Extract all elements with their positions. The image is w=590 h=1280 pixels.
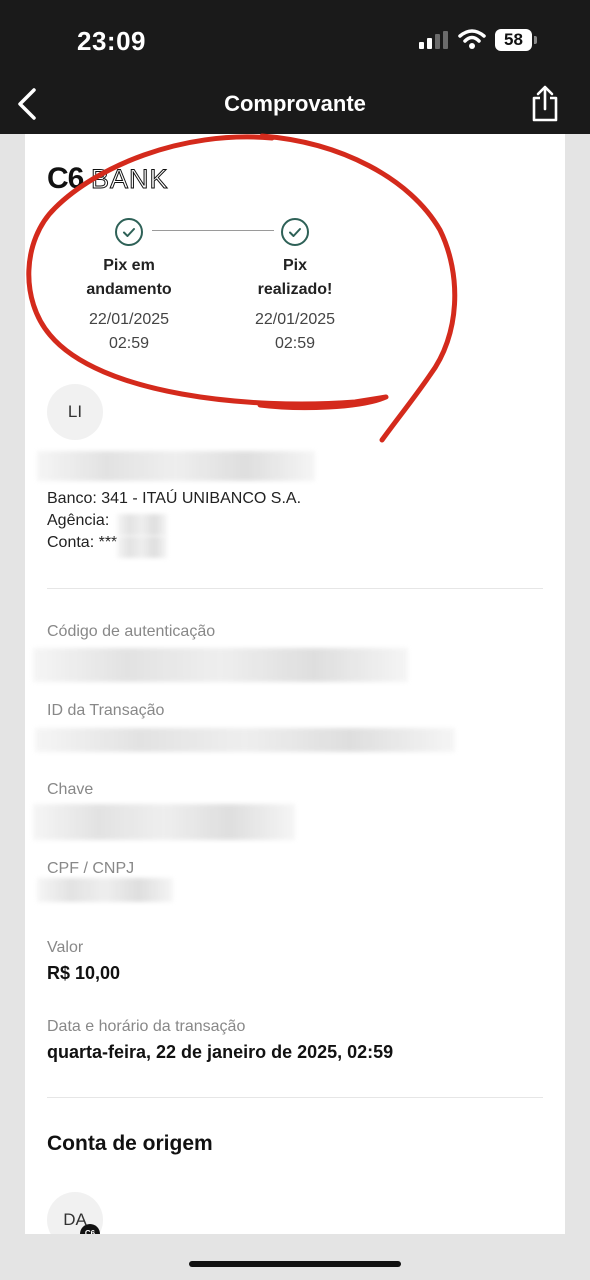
step-name: Pix em andamento	[64, 254, 194, 302]
page-title: Comprovante	[224, 91, 366, 116]
battery-icon: 58	[495, 29, 537, 51]
divider	[47, 588, 543, 589]
signal-icon	[419, 31, 449, 49]
step-name-line2: realizado!	[257, 281, 333, 298]
transaction-id-label: ID da Transação	[47, 702, 165, 719]
datetime-value: quarta-feira, 22 de janeiro de 2025, 02:…	[47, 1042, 394, 1062]
step-date-time: 02:59	[108, 335, 150, 352]
step-date: 22/01/2025 02:59	[230, 308, 360, 356]
cpf-cnpj-label: CPF / CNPJ	[47, 860, 135, 877]
origin-section-title: Conta de origem	[47, 1132, 213, 1155]
redacted-cpf-cnpj	[37, 878, 173, 902]
step-name-line1: Pix	[282, 257, 307, 274]
step-date: 22/01/2025 02:59	[64, 308, 194, 356]
step-name-line2: andamento	[86, 281, 172, 298]
auth-code-label: Código de autenticação	[47, 623, 216, 640]
datetime-label: Data e horário da transação	[47, 1018, 246, 1035]
top-bar: 23:09 58 Comprovante	[0, 0, 590, 134]
redacted-recipient-name	[37, 451, 315, 481]
redacted-auth-code	[33, 648, 408, 682]
status-time: 23:09	[77, 26, 146, 56]
origin-avatar: DA C6	[47, 1192, 103, 1234]
chave-label: Chave	[47, 781, 94, 798]
recipient-avatar: LI	[47, 384, 103, 440]
redacted-agencia	[117, 514, 167, 536]
home-indicator[interactable]	[189, 1261, 401, 1267]
divider	[47, 1097, 543, 1098]
check-icon	[115, 218, 143, 246]
redacted-conta	[117, 536, 167, 558]
valor-label: Valor	[47, 939, 84, 956]
steps-connector	[152, 230, 274, 231]
receipt-card: C6 BANK Pix em andamento 22/01/2025 02:5…	[25, 134, 565, 1234]
step-date-day: 22/01/2025	[88, 311, 170, 328]
step-date-day: 22/01/2025	[254, 311, 336, 328]
c6-badge: C6	[80, 1224, 100, 1234]
step-name: Pix realizado!	[230, 254, 360, 302]
recipient-banco: Banco: 341 - ITAÚ UNIBANCO S.A.	[47, 490, 302, 507]
check-icon	[281, 218, 309, 246]
logo-c6: C6	[47, 162, 84, 195]
step-name-line1: Pix em	[103, 257, 155, 274]
redacted-transaction-id	[35, 728, 455, 752]
recipient-conta: Conta: ***	[47, 534, 118, 551]
recipient-agencia: Agência:	[47, 512, 110, 529]
recipient-bank-info: Banco: 341 - ITAÚ UNIBANCO S.A. Agência:…	[47, 488, 301, 554]
wifi-icon	[458, 29, 486, 49]
share-button[interactable]	[530, 84, 560, 122]
valor-value: R$ 10,00	[47, 963, 121, 983]
logo-bank: BANK	[91, 164, 169, 195]
step-date-time: 02:59	[274, 335, 316, 352]
redacted-chave	[33, 804, 295, 840]
